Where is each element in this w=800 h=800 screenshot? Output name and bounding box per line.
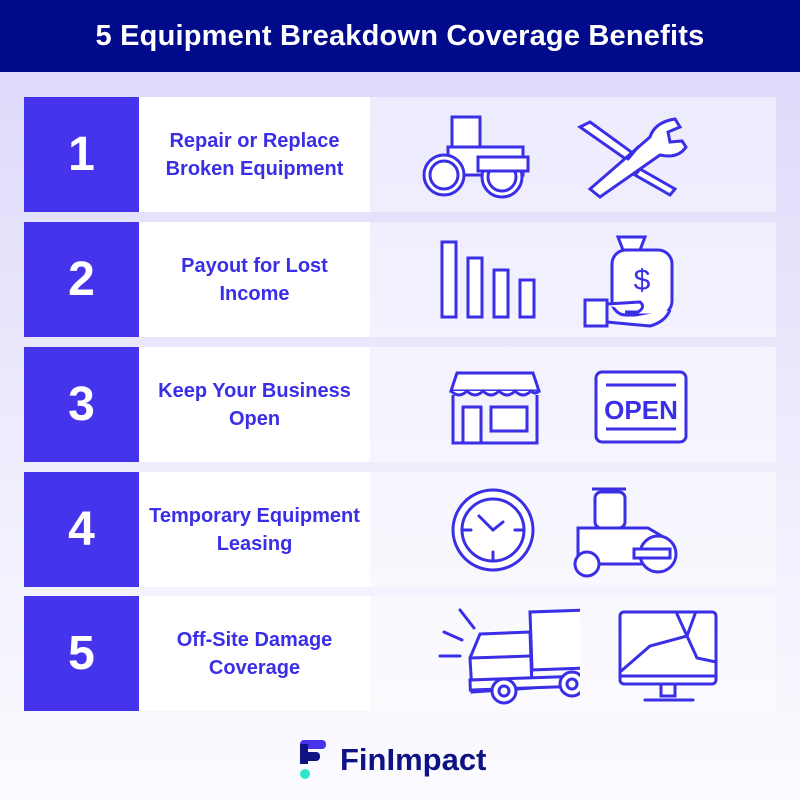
open-sign-text: OPEN — [604, 395, 678, 425]
benefit-label: Keep Your Business Open — [139, 347, 370, 462]
benefit-number: 5 — [24, 596, 139, 711]
benefit-row: 4 Temporary Equipment Leasing — [24, 472, 776, 587]
benefit-label: Temporary Equipment Leasing — [139, 472, 370, 587]
clock-icon — [451, 488, 535, 572]
benefit-number: 1 — [24, 97, 139, 212]
benefit-row: 5 Off-Site Damage Coverage — [24, 596, 776, 711]
benefit-number: 3 — [24, 347, 139, 462]
benefit-label: Payout for Lost Income — [139, 222, 370, 337]
money-bag-hand-icon: $ — [583, 235, 674, 328]
crashed-truck-icon — [438, 608, 580, 705]
benefit-row: 1 Repair or Replace Broken Equipment — [24, 97, 776, 212]
tools-icon — [577, 117, 688, 199]
broken-monitor-icon — [618, 610, 718, 702]
road-roller-icon — [422, 115, 530, 199]
benefit-label: Off-Site Damage Coverage — [139, 596, 370, 711]
benefit-number: 2 — [24, 222, 139, 337]
benefit-label: Repair or Replace Broken Equipment — [139, 97, 370, 212]
benefit-icons — [370, 97, 776, 212]
benefit-number: 4 — [24, 472, 139, 587]
benefit-icons — [370, 472, 776, 587]
declining-bars-icon — [440, 240, 536, 319]
benefit-row: 3 Keep Your Business Open OPEN — [24, 347, 776, 462]
brand-logo: FinImpact — [300, 735, 486, 785]
benefit-row: 2 Payout for Lost Income $ — [24, 222, 776, 337]
benefit-icons: $ — [370, 222, 776, 337]
header-banner: 5 Equipment Breakdown Coverage Benefits — [0, 0, 800, 72]
storefront-icon — [448, 371, 542, 445]
svg-text:$: $ — [634, 264, 651, 297]
benefit-icons — [370, 596, 776, 711]
brand-name: FinImpact — [340, 742, 487, 777]
open-sign-icon: OPEN — [594, 370, 688, 444]
page-title: 5 Equipment Breakdown Coverage Benefits — [95, 19, 705, 52]
benefit-icons: OPEN — [370, 347, 776, 462]
finimpact-logo-icon — [300, 740, 326, 779]
road-roller-icon — [573, 487, 678, 578]
